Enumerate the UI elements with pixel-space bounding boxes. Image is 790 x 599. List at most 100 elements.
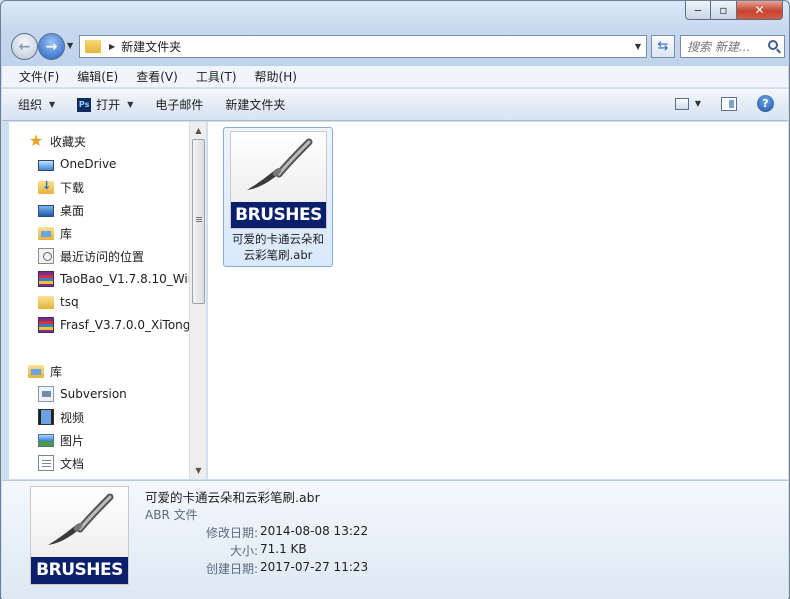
chevron-down-icon: ▼ [127, 100, 134, 109]
folder-icon [38, 295, 54, 309]
file-name: 可爱的卡通云朵和 云彩笔刷.abr [226, 231, 330, 263]
forward-arrow-icon: → [45, 38, 58, 55]
created-value: 2017-07-27 11:23 [260, 560, 369, 574]
nav-item-videos[interactable]: 视频 [9, 406, 189, 428]
details-modified: 修改日期: 2014-08-08 13:22 [145, 524, 385, 542]
details-title: 可爱的卡通云朵和云彩笔刷.abr [145, 490, 320, 505]
nav-label: 桌面 [60, 203, 85, 218]
nav-item-taobao[interactable]: TaoBao_V1.7.8.10_Win [9, 268, 189, 290]
nav-item-downloads[interactable]: 下载 [9, 176, 189, 198]
new-folder-label: 新建文件夹 [225, 98, 286, 112]
help-icon[interactable]: ? [757, 95, 774, 112]
details-thumbnail: BRUSHES [30, 486, 129, 585]
explorer-window: ‒ ▫ ✕ ← → ▼ ▶ 新建文件夹 ▼ ⇆ 文件(F) 编辑(E) 查看(V… [0, 0, 790, 599]
nav-favorites[interactable]: ★ 收藏夹 [9, 130, 189, 152]
maximize-button[interactable]: ▫ [711, 1, 737, 20]
nav-item-frasf[interactable]: Frasf_V3.7.0.0_XiTongZ [9, 314, 189, 336]
preview-pane-icon[interactable] [721, 96, 737, 111]
nav-item-library[interactable]: 库 [9, 222, 189, 244]
desktop-icon [38, 205, 54, 217]
nav-item-desktop[interactable]: 桌面 [9, 199, 189, 221]
back-arrow-icon: ← [18, 38, 31, 55]
video-icon [38, 409, 54, 425]
address-dropdown-icon[interactable]: ▼ [630, 42, 646, 51]
downloads-folder-icon [38, 179, 54, 194]
nav-label: 库 [50, 364, 63, 379]
search-input[interactable] [687, 39, 767, 54]
search-icon[interactable] [768, 40, 778, 50]
nav-label: 最近访问的位置 [60, 249, 145, 264]
new-folder-button[interactable]: 新建文件夹 [225, 96, 285, 113]
brushes-label: BRUSHES [231, 202, 326, 228]
nav-label: Frasf_V3.7.0.0_XiTongZ [60, 318, 189, 332]
nav-label: tsq [60, 295, 79, 309]
nav-item-tsq[interactable]: tsq [9, 291, 189, 313]
navigation-pane: ★ 收藏夹 OneDrive 下载 桌面 库 最近访问的位置 [9, 122, 207, 479]
modified-label: 修改日期: [205, 526, 258, 540]
folder-icon [85, 40, 101, 53]
search-box[interactable] [680, 35, 785, 58]
open-label: 打开 [96, 98, 121, 112]
file-name-line2: 云彩笔刷.abr [243, 248, 313, 262]
library-icon [28, 364, 44, 378]
rar-archive-icon [38, 317, 54, 333]
organize-button[interactable]: 组织 ▼ [18, 96, 55, 113]
menu-edit[interactable]: 编辑(E) [68, 68, 127, 85]
scroll-down-icon[interactable]: ▼ [190, 462, 207, 479]
scroll-up-icon[interactable]: ▲ [190, 122, 207, 139]
refresh-icon: ⇆ [657, 39, 669, 54]
size-value: 71.1 KB [260, 542, 307, 556]
size-label: 大小: [229, 544, 258, 558]
forward-button[interactable]: → [38, 33, 65, 60]
nav-label: 库 [60, 226, 73, 241]
view-controls: ▼ ? [674, 95, 774, 112]
nav-item-pictures[interactable]: 图片 [9, 429, 189, 451]
breadcrumb-folder[interactable]: 新建文件夹 [121, 38, 630, 55]
menu-file[interactable]: 文件(F) [10, 68, 68, 85]
chevron-down-icon: ▼ [49, 100, 56, 109]
modified-value: 2014-08-08 13:22 [260, 524, 369, 538]
brushes-label: BRUSHES [31, 557, 128, 584]
nav-label: OneDrive [60, 157, 117, 171]
details-size: 大小: 71.1 KB [145, 542, 385, 560]
history-dropdown-icon[interactable]: ▼ [67, 41, 73, 50]
file-list: BRUSHES 可爱的卡通云朵和 云彩笔刷.abr [208, 122, 788, 479]
details-pane: BRUSHES 可爱的卡通云朵和云彩笔刷.abr ABR 文件 修改日期: 20… [2, 480, 788, 599]
rar-archive-icon [38, 271, 54, 287]
nav-libraries[interactable]: 库 [9, 360, 189, 382]
nav-label: 文档 [60, 456, 85, 471]
email-label: 电子邮件 [155, 98, 204, 112]
menu-view[interactable]: 查看(V) [127, 68, 187, 85]
menu-tools[interactable]: 工具(T) [187, 68, 246, 85]
command-bar: 组织 ▼ Ps 打开 ▼ 电子邮件 新建文件夹 ▼ ? [2, 89, 788, 121]
menu-help[interactable]: 帮助(H) [246, 68, 306, 85]
email-button[interactable]: 电子邮件 [155, 96, 203, 113]
caption-buttons: ‒ ▫ ✕ [685, 1, 783, 20]
scroll-thumb[interactable] [192, 139, 205, 304]
nav-scrollbar[interactable]: ▲ ▼ [189, 122, 206, 479]
library-icon [38, 226, 54, 240]
close-button[interactable]: ✕ [737, 1, 783, 20]
address-bar[interactable]: ▶ 新建文件夹 ▼ [79, 35, 647, 58]
file-item-abr[interactable]: BRUSHES 可爱的卡通云朵和 云彩笔刷.abr [223, 127, 333, 267]
brush-file-thumbnail: BRUSHES [230, 131, 327, 229]
organize-label: 组织 [18, 98, 43, 112]
nav-label: TaoBao_V1.7.8.10_Win [60, 272, 189, 286]
open-button[interactable]: Ps 打开 ▼ [77, 96, 133, 113]
nav-item-onedrive[interactable]: OneDrive [9, 153, 189, 175]
refresh-button[interactable]: ⇆ [651, 35, 675, 58]
nav-item-recent[interactable]: 最近访问的位置 [9, 245, 189, 267]
minimize-button[interactable]: ‒ [685, 1, 711, 20]
nav-label: 图片 [60, 433, 85, 448]
chevron-down-icon[interactable]: ▼ [695, 99, 701, 108]
menu-bar: 文件(F) 编辑(E) 查看(V) 工具(T) 帮助(H) [2, 66, 788, 88]
created-label: 创建日期: [205, 562, 258, 576]
nav-label: 收藏夹 [50, 134, 87, 149]
nav-item-subversion[interactable]: Subversion [9, 383, 189, 405]
view-mode-icon[interactable] [674, 97, 689, 110]
back-button[interactable]: ← [11, 33, 38, 60]
nav-label: 视频 [60, 410, 85, 425]
breadcrumb-arrow-icon[interactable]: ▶ [109, 42, 115, 51]
nav-item-documents[interactable]: 文档 [9, 452, 189, 474]
grip-icon [196, 217, 202, 218]
